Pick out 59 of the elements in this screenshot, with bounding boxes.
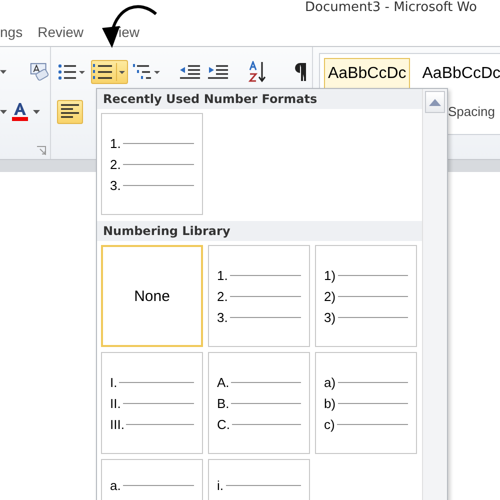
- list-marker: III.: [110, 416, 124, 432]
- list-marker: 3): [324, 310, 336, 324]
- window-title: Document3 - Microsoft Wo: [305, 0, 478, 16]
- ribbon-tab[interactable]: iew: [118, 24, 140, 40]
- list-marker: 1): [324, 268, 336, 282]
- numbering-option[interactable]: 1. 2. 3.: [101, 113, 203, 215]
- list-marker: b): [324, 396, 336, 410]
- list-marker: a): [324, 374, 336, 390]
- list-marker: 3.: [110, 178, 121, 192]
- clear-formatting-icon[interactable]: [29, 61, 50, 83]
- up-arrow-icon: [429, 98, 441, 106]
- caret-icon[interactable]: [0, 110, 7, 114]
- numbering-option[interactable]: 1) 2) 3): [315, 245, 417, 347]
- section-header: Numbering Library: [97, 221, 422, 241]
- section-header: Recently Used Number Formats: [97, 89, 422, 109]
- ribbon-tab[interactable]: ngs: [0, 24, 23, 40]
- align-left-icon: [61, 104, 79, 120]
- numbering-option[interactable]: i.: [208, 459, 310, 500]
- list-marker: 1.: [217, 268, 228, 282]
- scroll-up-button[interactable]: [425, 91, 445, 113]
- numbering-icon: [92, 63, 127, 81]
- curved-arrow: [100, 2, 160, 50]
- align-left-button[interactable]: [57, 100, 83, 124]
- style-caption: Spacing: [448, 104, 495, 119]
- numbering-option[interactable]: I. II. III.: [101, 352, 203, 454]
- numbering-option[interactable]: None: [101, 245, 203, 347]
- numbering-button[interactable]: [91, 60, 128, 84]
- bullets-icon[interactable]: [58, 63, 86, 81]
- list-marker: I.: [110, 374, 118, 390]
- numbering-option[interactable]: a.: [101, 459, 203, 500]
- numbering-option[interactable]: A. B. C.: [208, 352, 310, 454]
- list-marker: B.: [217, 396, 230, 410]
- list-marker: 2): [324, 288, 336, 304]
- list-marker: 1.: [110, 136, 121, 150]
- caret-icon[interactable]: [0, 70, 7, 74]
- dialog-launcher-icon[interactable]: [37, 146, 46, 155]
- caret-icon[interactable]: [33, 110, 40, 114]
- list-marker: C.: [217, 416, 230, 432]
- decrease-indent-icon[interactable]: [180, 64, 200, 80]
- style-preview[interactable]: AaBbCcDc: [418, 58, 500, 90]
- list-marker: a.: [110, 478, 121, 493]
- numbering-option[interactable]: a) b) c): [315, 352, 417, 454]
- none-label: None: [134, 288, 170, 304]
- style-preview[interactable]: AaBbCcDc: [324, 58, 410, 90]
- scrollbar[interactable]: [422, 89, 447, 500]
- list-marker: c): [324, 416, 335, 432]
- list-marker: II.: [110, 396, 121, 410]
- sort-icon[interactable]: [248, 61, 268, 83]
- numbering-option[interactable]: 1. 2. 3.: [208, 245, 310, 347]
- font-color-icon[interactable]: [11, 101, 29, 123]
- list-marker: 2.: [217, 288, 228, 304]
- increase-indent-icon[interactable]: [208, 64, 228, 80]
- pilcrow-icon[interactable]: [294, 63, 306, 81]
- list-marker: A.: [217, 374, 230, 390]
- ribbon-tab[interactable]: Review: [38, 24, 84, 40]
- list-marker: 2.: [110, 156, 121, 172]
- list-marker: i.: [217, 478, 224, 493]
- list-marker: 3.: [217, 310, 228, 324]
- multilevel-list-icon[interactable]: [133, 63, 162, 81]
